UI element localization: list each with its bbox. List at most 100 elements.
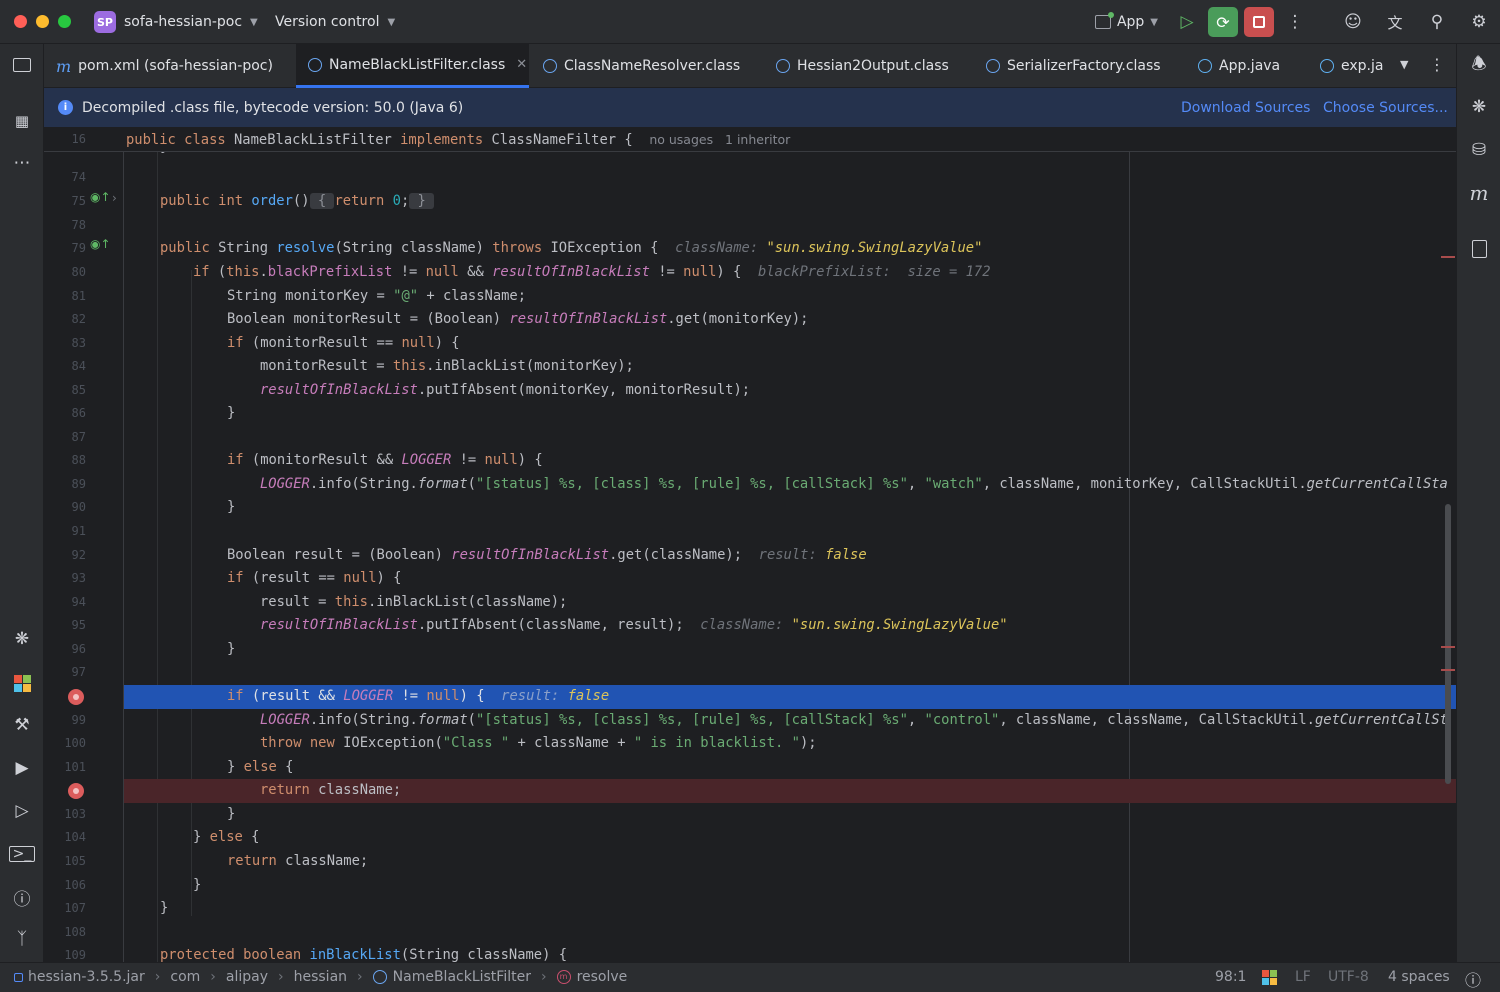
terminal-icon[interactable]: >_ — [7, 839, 37, 869]
inspection-warning-icon[interactable]: ⓘ — [1465, 967, 1481, 991]
stop-button[interactable] — [1244, 7, 1274, 37]
services-icon[interactable]: ▶ — [7, 753, 37, 783]
tab-pom-xml[interactable]: m pom.xml (sofa-hessian-poc) — [44, 44, 294, 88]
project-folder-icon[interactable] — [7, 50, 37, 80]
build-hammer-icon[interactable]: ⚒ — [7, 710, 37, 740]
error-stripe-mark[interactable] — [1441, 646, 1455, 648]
tab-classnameresolver[interactable]: ClassNameResolver.class — [531, 44, 749, 88]
code-line: 96 } — [44, 638, 1456, 662]
close-icon[interactable]: ✕ — [516, 57, 527, 72]
resume-icon[interactable]: ▷ — [1172, 7, 1202, 37]
tab-label: Hessian2Output.class — [797, 58, 949, 74]
code-line: 108 — [44, 921, 1456, 945]
line-number: 83 — [71, 336, 86, 350]
line-number: 108 — [64, 925, 86, 939]
run-config-selector[interactable]: App ▼ — [1094, 12, 1158, 30]
debug-active-button[interactable]: ⟳ — [1208, 7, 1238, 37]
tab-nameblacklistfilter[interactable]: NameBlackListFilter.class ✕ — [296, 44, 529, 88]
line-number: 84 — [71, 359, 86, 373]
gear-icon[interactable]: ⚙ — [1464, 7, 1494, 37]
line-number: 80 — [71, 265, 86, 279]
code-line: 100 throw new IOException("Class " + cla… — [44, 732, 1456, 756]
run-config-label: App — [1116, 14, 1145, 30]
choose-sources-link[interactable]: Choose Sources... — [1323, 100, 1448, 116]
error-stripe-mark[interactable] — [1441, 256, 1455, 258]
line-separator[interactable]: LF — [1295, 969, 1311, 985]
line-number: 74 — [71, 170, 86, 184]
bookmarks-icon[interactable] — [1464, 234, 1494, 264]
class-icon — [986, 59, 1000, 73]
code-line: 75 ◉↑ › public int order() { return 0; } — [44, 190, 1456, 214]
maximize-window-button[interactable] — [58, 15, 71, 28]
line-number: 95 — [71, 618, 86, 632]
tabs-overflow-chevron-icon[interactable]: ▼ — [1400, 58, 1408, 71]
breadcrumb-alipay[interactable]: alipay — [226, 969, 268, 985]
vertical-scrollbar[interactable] — [1445, 504, 1451, 784]
error-stripe-mark[interactable] — [1441, 669, 1455, 671]
override-marker-icon[interactable]: ◉↑ — [90, 190, 111, 204]
breadcrumb-jar[interactable]: hessian-3.5.5.jar — [28, 969, 145, 985]
version-control-menu[interactable]: Version control ▼ — [275, 10, 395, 34]
editor-tabs: m pom.xml (sofa-hessian-poc) NameBlackLi… — [44, 44, 1456, 88]
line-number: 101 — [64, 760, 86, 774]
breadcrumb-method[interactable]: resolve — [577, 969, 628, 985]
caret-position[interactable]: 98:1 — [1215, 969, 1246, 985]
more-tools-icon[interactable]: ⋯ — [7, 148, 37, 178]
notifications-bell-icon[interactable]: 🕭 — [1464, 50, 1494, 80]
left-tool-bar: ▦ ⋯ ❋ ⚒ ▶ ▷ >_ ⓘ ᛉ — [0, 44, 44, 962]
code-text: if (result == null) { — [227, 570, 402, 586]
translate-icon[interactable]: 文 — [1380, 7, 1410, 37]
user-icon[interactable]: ☺ — [1338, 7, 1368, 37]
file-encoding[interactable]: UTF-8 — [1328, 969, 1369, 985]
git-branch-icon[interactable]: ᛉ — [7, 924, 37, 954]
tab-label: SerializerFactory.class — [1007, 58, 1161, 74]
breadcrumb-class[interactable]: NameBlackListFilter — [393, 969, 531, 985]
code-line: 92 Boolean result = (Boolean) resultOfIn… — [44, 544, 1456, 568]
structure-icon[interactable]: ▦ — [7, 106, 37, 136]
breakpoint-icon[interactable] — [68, 783, 84, 799]
current-execution-line: if (result && LOGGER != null) { result: … — [44, 685, 1456, 709]
tab-hessian2output[interactable]: Hessian2Output.class — [764, 44, 964, 88]
line-number: 104 — [64, 830, 86, 844]
breadcrumb-hessian[interactable]: hessian — [294, 969, 347, 985]
windows-logo-icon[interactable] — [1262, 970, 1277, 985]
code-text: throw new IOException("Class " + classNa… — [260, 735, 817, 751]
problems-icon[interactable]: ⓘ — [7, 882, 37, 912]
download-sources-link[interactable]: Download Sources — [1181, 100, 1310, 116]
chevron-right-icon: › — [278, 969, 284, 985]
debug-icon[interactable]: ❋ — [7, 624, 37, 654]
tab-serializerfactory[interactable]: SerializerFactory.class — [974, 44, 1184, 88]
run-icon[interactable]: ▷ — [7, 796, 37, 826]
code-editor[interactable]: 16 public class NameBlackListFilter impl… — [44, 128, 1456, 962]
ai-assistant-icon[interactable]: ❋ — [1464, 92, 1494, 122]
code-text: Boolean monitorResult = (Boolean) result… — [227, 311, 809, 327]
line-number: 86 — [71, 406, 86, 420]
project-selector[interactable]: SP sofa-hessian-poc ▼ — [94, 10, 258, 34]
fold-arrow-icon[interactable]: › — [112, 191, 117, 205]
class-icon — [776, 59, 790, 73]
maven-icon[interactable]: m — [1464, 178, 1494, 208]
line-number: 92 — [71, 548, 86, 562]
minimize-window-button[interactable] — [36, 15, 49, 28]
implements-marker-icon[interactable]: ◉↑ — [90, 237, 111, 251]
code-text: Boolean result = (Boolean) resultOfInBla… — [227, 547, 867, 563]
code-text: } — [193, 877, 202, 893]
breadcrumb-com[interactable]: com — [170, 969, 200, 985]
plugins-icon[interactable] — [7, 668, 37, 698]
search-icon[interactable]: ⚲ — [1422, 7, 1452, 37]
more-actions-icon[interactable]: ⋮ — [1280, 7, 1310, 37]
code-line: 87 — [44, 426, 1456, 450]
code-line: 83 if (monitorResult == null) { — [44, 332, 1456, 356]
breakpoint-icon[interactable] — [68, 689, 84, 705]
database-icon[interactable]: ⛁ — [1464, 135, 1494, 165]
close-window-button[interactable] — [14, 15, 27, 28]
tabs-more-icon[interactable]: ⋮ — [1429, 55, 1445, 74]
breadcrumb: hessian-3.5.5.jar › com › alipay › hessi… — [14, 969, 627, 985]
indent-setting[interactable]: 4 spaces — [1388, 969, 1450, 985]
tab-app-java[interactable]: App.java — [1186, 44, 1306, 88]
code-line: 84 monitorResult = this.inBlackList(moni… — [44, 355, 1456, 379]
line-number: 105 — [64, 854, 86, 868]
line-number: 106 — [64, 878, 86, 892]
breakpoint-line: return className; — [44, 779, 1456, 803]
tab-exp-java[interactable]: exp.ja — [1308, 44, 1392, 88]
